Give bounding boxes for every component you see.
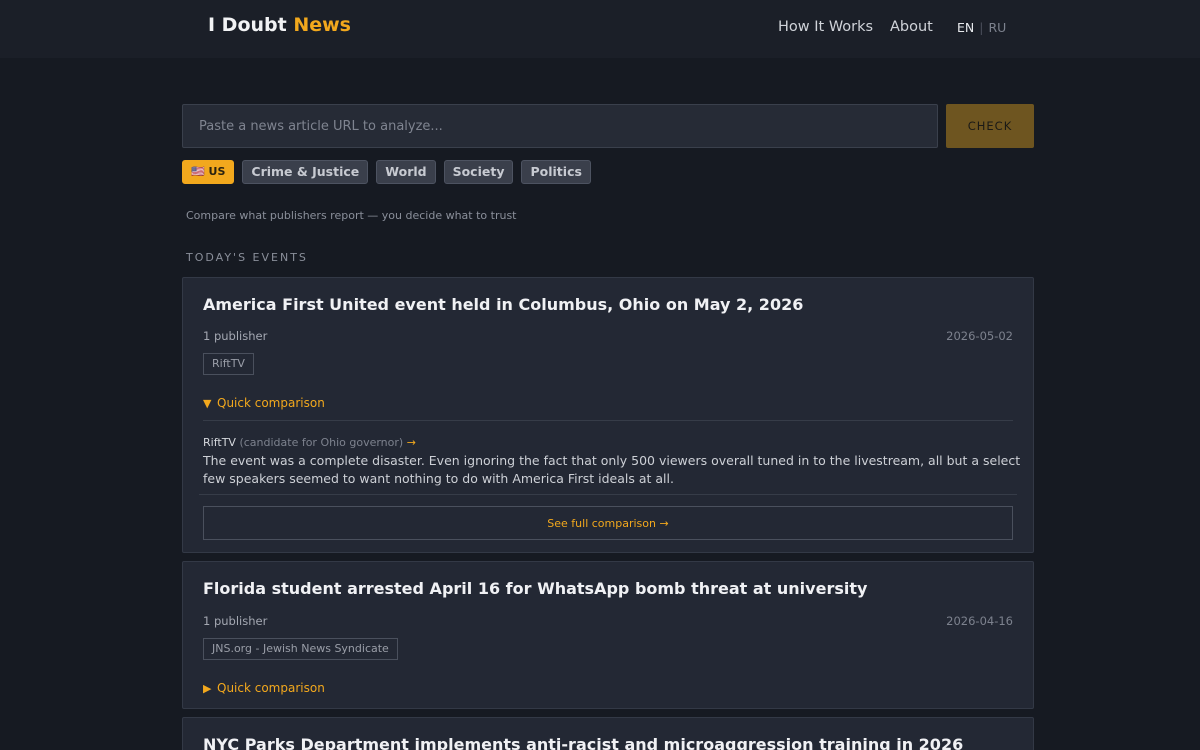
- lang-en[interactable]: EN: [957, 20, 974, 35]
- quick-comparison-label: Quick comparison: [217, 396, 325, 410]
- comparison-text: The event was a complete disaster. Even …: [203, 453, 1021, 486]
- chevron-right-icon: ▶: [203, 682, 212, 695]
- brand-logo[interactable]: I Doubt News: [208, 14, 351, 36]
- event-card: America First United event held in Colum…: [182, 277, 1034, 553]
- lang-ru[interactable]: RU: [988, 20, 1006, 35]
- comparison-source-note: (candidate for Ohio governor): [239, 436, 404, 449]
- tag-us[interactable]: 🇺🇸 US: [182, 160, 235, 184]
- brand-main: I Doubt: [208, 14, 287, 36]
- event-date: 2026-04-16: [946, 614, 1013, 628]
- url-search-input[interactable]: [182, 104, 938, 148]
- section-title: TODAY'S EVENTS: [186, 251, 308, 264]
- see-full-comparison-button[interactable]: See full comparison →: [203, 506, 1013, 540]
- top-bar: I Doubt News How It Works About EN | RU: [0, 0, 1200, 58]
- event-date: 2026-05-02: [946, 329, 1013, 343]
- divider: [203, 420, 1013, 421]
- event-title[interactable]: Florida student arrested April 16 for Wh…: [203, 579, 867, 598]
- event-title[interactable]: America First United event held in Colum…: [203, 295, 803, 314]
- quick-comparison-label: Quick comparison: [217, 681, 325, 695]
- divider: [199, 494, 1017, 495]
- quick-comparison-toggle[interactable]: ▶ Quick comparison: [203, 681, 325, 695]
- tag-politics[interactable]: Politics: [521, 160, 591, 184]
- tag-world[interactable]: World: [376, 160, 436, 184]
- source-chip[interactable]: JNS.org - Jewish News Syndicate: [203, 638, 398, 660]
- tag-society[interactable]: Society: [443, 160, 514, 184]
- event-card: Florida student arrested April 16 for Wh…: [182, 561, 1034, 709]
- quick-comparison-toggle[interactable]: ▼ Quick comparison: [203, 396, 325, 410]
- publisher-count: 1 publisher: [203, 614, 268, 628]
- comparison-source: RiftTV (candidate for Ohio governor) →: [203, 436, 416, 449]
- nav-how-it-works[interactable]: How It Works: [778, 19, 873, 35]
- chevron-down-icon: ▼: [203, 397, 212, 410]
- publisher-count: 1 publisher: [203, 329, 268, 343]
- category-tags: 🇺🇸 US Crime & Justice World Society Poli…: [182, 160, 591, 184]
- lang-separator: |: [979, 20, 984, 35]
- tag-crime-justice[interactable]: Crime & Justice: [242, 160, 369, 184]
- brand-accent: News: [293, 14, 351, 36]
- source-chip[interactable]: RiftTV: [203, 353, 254, 375]
- language-switcher: EN | RU: [957, 20, 1006, 35]
- event-title[interactable]: NYC Parks Department implements anti-rac…: [203, 735, 963, 750]
- tagline: Compare what publishers report — you dec…: [186, 209, 517, 222]
- arrow-right-icon[interactable]: →: [407, 436, 416, 449]
- comparison-source-name[interactable]: RiftTV: [203, 436, 236, 449]
- nav-about[interactable]: About: [890, 19, 933, 35]
- event-card: NYC Parks Department implements anti-rac…: [182, 717, 1034, 750]
- check-button[interactable]: CHECK: [946, 104, 1034, 148]
